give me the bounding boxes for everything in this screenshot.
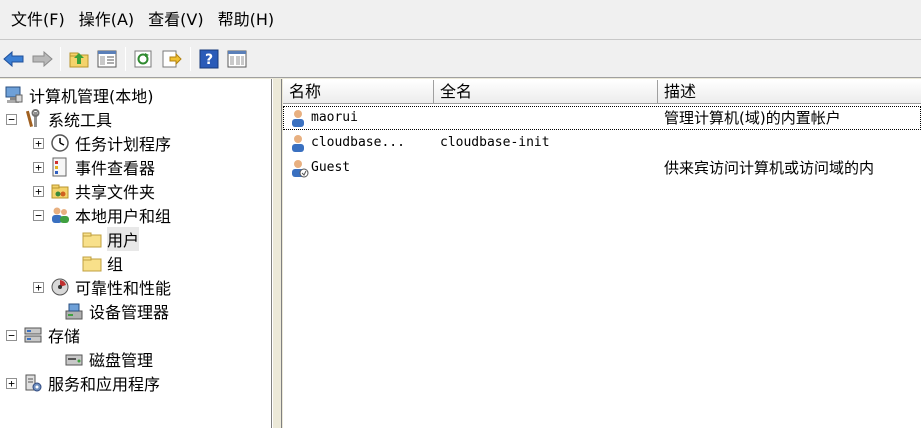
shared-folder-icon [50,181,70,201]
export-list-icon[interactable] [160,47,184,71]
tree-item-event-viewer[interactable]: + 事件查看器 [33,155,155,179]
list-header: 名称 全名 描述 [283,80,921,104]
user-icon [289,133,309,153]
disk-icon [64,349,84,369]
svg-text:?: ? [205,52,213,68]
list-cell-description [658,131,921,155]
device-manager-icon [64,301,84,321]
tree-item-device-manager[interactable]: 设备管理器 [64,299,169,323]
menu-view[interactable]: 查看(V) [141,0,210,40]
services-icon [23,373,43,393]
menu-help[interactable]: 帮助(H) [211,0,282,40]
column-header-description[interactable]: 描述 [658,80,921,104]
tree-label: 组 [107,255,124,274]
tree-item-task-scheduler[interactable]: + 任务计划程序 [33,131,171,155]
folder-icon [82,229,102,249]
list-cell-full-name [434,156,658,180]
list-cell-name: maorui [283,106,434,130]
list-row-maorui[interactable]: maorui 管理计算机(域)的内置帐户 [283,106,921,130]
list-row-guest[interactable]: Guest 供来宾访问计算机或访问域的内 [283,156,921,180]
tree-item-system-tools[interactable]: − 系统工具 [6,107,112,131]
menu-file[interactable]: 文件(F) [4,0,72,40]
tree-item-local-users-groups[interactable]: − 本地用户和组 [33,203,171,227]
list-cell-name: cloudbase... [283,131,434,155]
tree-label: 任务计划程序 [75,135,172,154]
show-hide-tree-icon[interactable] [95,47,119,71]
tree-label: 用户 [107,227,140,251]
computer-management-icon [4,85,24,105]
tree-label: 设备管理器 [89,303,170,322]
toolbar-separator [125,46,126,71]
help-icon[interactable]: ? [197,47,221,71]
user-icon [289,108,309,128]
user-name: maorui [311,110,358,125]
tree-item-disk-management[interactable]: 磁盘管理 [64,347,153,371]
expand-icon[interactable]: + [33,137,44,149]
collapse-icon[interactable]: − [6,329,17,341]
tree-item-storage[interactable]: − 存储 [6,323,80,347]
expand-icon[interactable]: + [6,377,17,389]
tools-icon [23,109,43,129]
tree-label: 可靠性和性能 [75,279,172,298]
folder-icon [82,253,102,273]
tree-label: 系统工具 [48,111,113,130]
list-cell-full-name: cloudbase-init [440,135,550,150]
back-icon[interactable] [2,47,26,71]
forward-icon[interactable] [30,47,54,71]
disabled-user-icon [289,158,309,178]
collapse-icon[interactable]: − [6,113,17,125]
clock-icon [50,133,70,153]
tree-item-groups[interactable]: 组 [82,251,123,275]
performance-icon [50,277,70,297]
pane-splitter[interactable] [272,79,282,428]
tree-label: 计算机管理(本地) [29,87,154,106]
user-name: Guest [311,160,351,175]
tree-item-computer-management[interactable]: 计算机管理(本地) [4,83,154,107]
column-header-name[interactable]: 名称 [283,80,434,104]
tree-label: 磁盘管理 [89,351,154,370]
user-name: cloudbase... [311,135,405,150]
list-cell-name: Guest [283,156,434,180]
expand-icon[interactable]: + [33,281,44,293]
collapse-icon[interactable]: − [33,209,44,221]
properties-icon[interactable] [225,47,249,71]
storage-icon [23,325,43,345]
menu-action[interactable]: 操作(A) [72,0,141,40]
list-row-cloudbase[interactable]: cloudbase... cloudbase-init [283,131,921,155]
tree-label: 共享文件夹 [75,183,156,202]
tree-label: 存储 [48,327,81,346]
tree-item-shared-folders[interactable]: + 共享文件夹 [33,179,155,203]
tree-label: 服务和应用程序 [48,375,161,394]
toolbar-separator [60,46,61,71]
menu-bar: 文件(F) 操作(A) 查看(V) 帮助(H) [0,0,921,40]
tree-item-services-applications[interactable]: + 服务和应用程序 [6,371,160,395]
list-cell-description: 供来宾访问计算机或访问域的内 [664,159,875,177]
refresh-icon[interactable] [132,47,156,71]
tree-item-users[interactable]: 用户 [82,227,140,251]
console-tree: 计算机管理(本地) − 系统工具 + 任务计划程序 + 事件查看器 + 共享文件… [0,79,272,428]
toolbar-separator [190,46,191,71]
list-cell-description: 管理计算机(域)的内置帐户 [664,109,841,127]
expand-icon[interactable]: + [33,161,44,173]
list-cell-full-name [434,106,658,130]
toolbar: ? [0,40,921,78]
tree-item-reliability-performance[interactable]: + 可靠性和性能 [33,275,171,299]
tree-label: 本地用户和组 [75,207,172,226]
column-header-full-name[interactable]: 全名 [434,80,658,104]
tree-label: 事件查看器 [75,159,156,178]
up-folder-icon[interactable] [67,47,91,71]
users-group-icon [50,205,70,225]
event-viewer-icon [50,157,70,177]
users-list-view: 名称 全名 描述 maorui 管理计算机(域)的内置帐户 cloudbase.… [283,79,921,428]
expand-icon[interactable]: + [33,185,44,197]
